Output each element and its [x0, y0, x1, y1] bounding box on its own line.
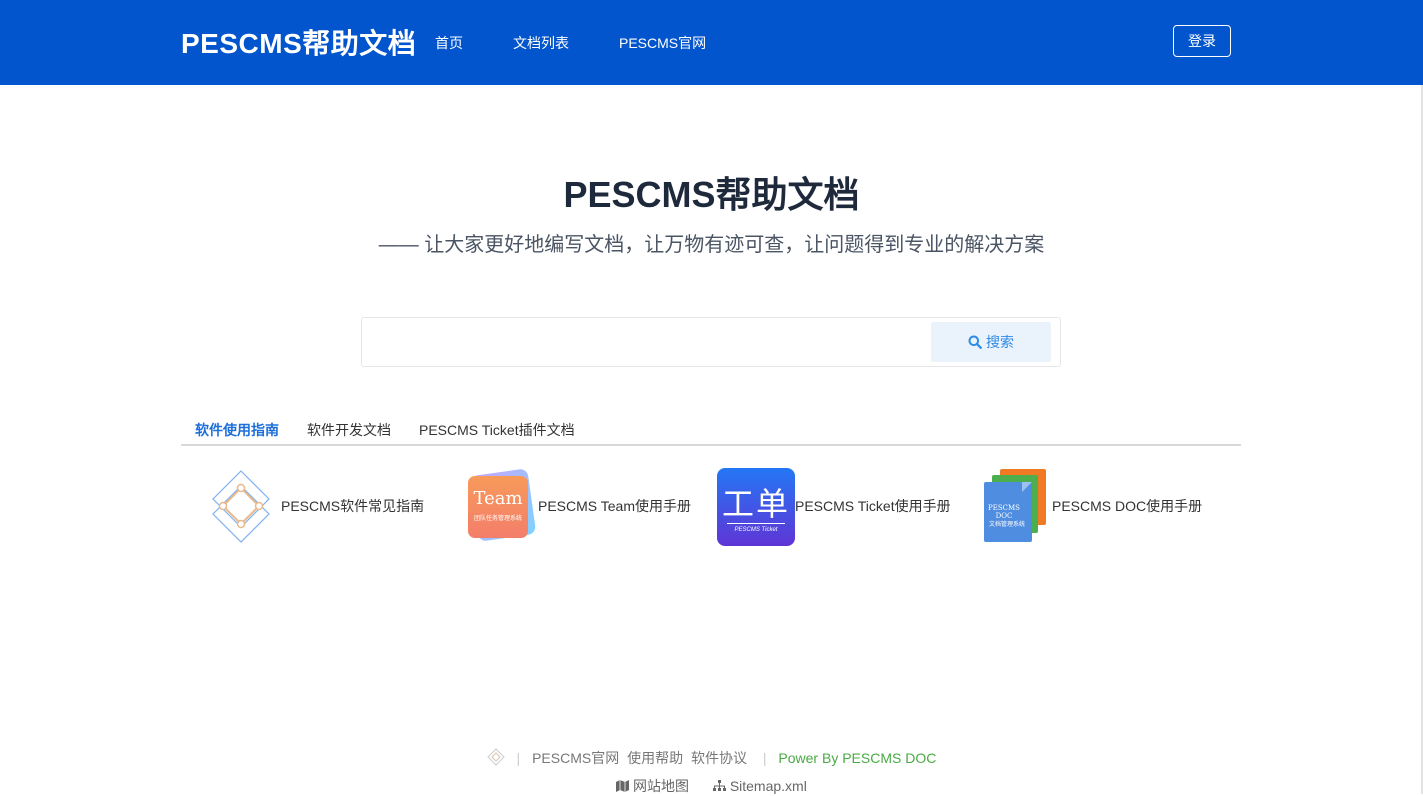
ticket-app-icon: 工单 PESCMS Ticket — [715, 466, 795, 546]
map-icon — [616, 780, 630, 792]
footer-links: | PESCMS官网 使用帮助 软件协议 | Power By PESCMS D… — [0, 748, 1423, 768]
sitemap-label: 网站地图 — [633, 778, 690, 794]
team-icon-text: Team — [473, 488, 523, 509]
ticket-icon-subtext: PESCMS Ticket — [734, 527, 778, 533]
doc-icon-text: PESCMS DOC — [988, 504, 1020, 520]
tab-ticket-plugin-docs[interactable]: PESCMS Ticket插件文档 — [419, 420, 575, 440]
team-app-icon: Team 团队任务管理系统 — [458, 466, 538, 546]
power-by-link[interactable]: Power By PESCMS DOC — [778, 750, 936, 766]
search-bar: 搜索 — [361, 317, 1061, 367]
doc-card-faq[interactable]: PESCMS软件常见指南 — [201, 465, 424, 547]
category-tabs: 软件使用指南 软件开发文档 PESCMS Ticket插件文档 — [181, 414, 1241, 446]
sitemap-xml-label: Sitemap.xml — [729, 778, 807, 794]
doc-card-label: PESCMS Team使用手册 — [538, 498, 691, 514]
doc-files-icon: PESCMS DOC 文档管理系统 — [972, 466, 1052, 546]
footer-link-help[interactable]: 使用帮助 — [627, 750, 683, 766]
search-input[interactable] — [370, 324, 924, 360]
search-button-label: 搜索 — [986, 334, 1014, 350]
team-icon-subtext: 团队任务管理系统 — [473, 516, 522, 522]
doc-card-label: PESCMS DOC使用手册 — [1052, 498, 1203, 514]
doc-card-label: PESCMS Ticket使用手册 — [795, 498, 951, 514]
ticket-icon-text: 工单 — [721, 485, 790, 523]
tab-dev-docs[interactable]: 软件开发文档 — [307, 420, 391, 440]
doc-icon-subtext: 文档管理系统 — [988, 522, 1025, 528]
footer-sitemap: 网站地图 Sitemap.xml — [0, 776, 1423, 796]
brand-logo[interactable]: PESCMS帮助文档 — [181, 22, 416, 62]
sitemap-xml-link[interactable]: Sitemap.xml — [712, 778, 807, 794]
login-button[interactable]: 登录 — [1173, 25, 1231, 57]
search-icon — [968, 335, 982, 349]
nav-home[interactable]: 首页 — [435, 33, 463, 53]
page-subtitle: —— 让大家更好地编写文档，让万物有迹可查，让问题得到专业的解决方案 — [378, 234, 1045, 256]
footer-link-license[interactable]: 软件协议 — [691, 750, 747, 766]
doc-card-team[interactable]: Team 团队任务管理系统 PESCMS Team使用手册 — [458, 465, 691, 547]
search-button[interactable]: 搜索 — [931, 322, 1051, 362]
tab-usage-guide[interactable]: 软件使用指南 — [195, 420, 279, 440]
sitemap-link[interactable]: 网站地图 — [616, 778, 693, 794]
nav-doc-list[interactable]: 文档列表 — [513, 33, 569, 53]
sitemap-tree-icon — [712, 780, 726, 791]
doc-card-label: PESCMS软件常见指南 — [281, 498, 425, 514]
page-title: PESCMS帮助文档 — [563, 174, 860, 215]
doc-card-ticket[interactable]: 工单 PESCMS Ticket PESCMS Ticket使用手册 — [715, 465, 951, 547]
footer-link-official[interactable]: PESCMS官网 — [532, 750, 619, 766]
footer-logo-icon — [486, 748, 505, 766]
nav-official-site[interactable]: PESCMS官网 — [619, 33, 706, 53]
diamond-logo-icon — [201, 466, 281, 546]
doc-card-doc[interactable]: PESCMS DOC 文档管理系统 PESCMS DOC使用手册 — [972, 465, 1202, 547]
top-navbar: PESCMS帮助文档 首页 文档列表 PESCMS官网 登录 — [0, 0, 1423, 85]
